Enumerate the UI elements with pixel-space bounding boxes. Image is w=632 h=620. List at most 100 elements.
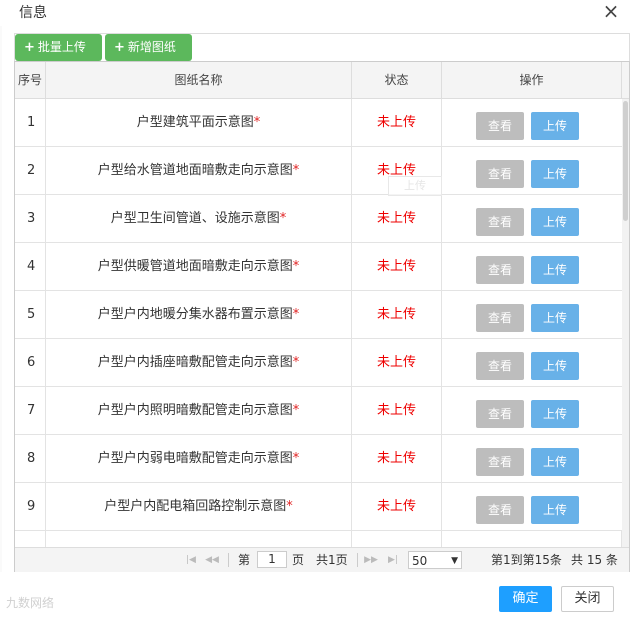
required-mark: * — [279, 211, 287, 226]
dialog-footer: 九数网络 确定 关闭 — [0, 572, 632, 620]
row-index: 2 — [15, 147, 46, 194]
drawing-name: 户型户内插座暗敷配管走向示意图 — [97, 355, 293, 370]
required-mark: * — [292, 451, 300, 466]
drawing-name-cell: 户型供暖管道地面暗敷走向示意图* — [46, 243, 352, 290]
page-suffix: 页 — [292, 553, 305, 567]
close-button[interactable]: 关闭 — [561, 586, 614, 612]
table-row: 1 户型建筑平面示意图* 未上传 查看 上传 — [15, 99, 622, 147]
upload-status: 未上传 — [352, 339, 442, 386]
watermark: 九数网络 — [6, 596, 55, 610]
row-index: 7 — [15, 387, 46, 434]
actions-cell: 查看 上传 — [442, 387, 622, 434]
vertical-scrollbar[interactable] — [622, 99, 629, 548]
batch-upload-label: 批量上传 — [37, 40, 86, 54]
row-index: 3 — [15, 195, 46, 242]
header-drawing-name: 图纸名称 — [46, 62, 352, 98]
drawing-name: 户型户内弱电暗敷配管走向示意图 — [97, 451, 293, 466]
required-mark: * — [292, 259, 300, 274]
table-row: 2 户型给水管道地面暗敷走向示意图* 未上传 查看 上传 — [15, 147, 622, 195]
actions-cell: 查看 上传 — [442, 243, 622, 290]
table-body: 1 户型建筑平面示意图* 未上传 查看 上传 2 户型给水管道地面暗敷走向示意图* 未上传 查看… — [15, 99, 622, 548]
first-page-icon[interactable]: |◀ — [184, 553, 198, 567]
upload-button[interactable]: 上传 — [531, 496, 579, 524]
drawing-name: 户型户内配电箱回路控制示意图 — [104, 499, 287, 514]
row-index: 8 — [15, 435, 46, 482]
table-cell — [15, 531, 46, 548]
dialog-titlebar: 信息 × — [0, 0, 632, 26]
upload-button[interactable]: 上传 — [531, 400, 579, 428]
page-size-value: 50 — [412, 554, 428, 568]
pagination-bar: |◀ ◀◀ 第 页 共1页 ▶▶ ▶| 50 ▼ 第1到第15条 共 15 条 — [15, 547, 629, 572]
upload-button[interactable]: 上传 — [531, 160, 579, 188]
required-mark: * — [253, 115, 261, 130]
drawing-name: 户型户内地暖分集水器布置示意图 — [97, 307, 293, 322]
dialog: 信息 × + 批量上传 + 新增图纸 序号 图纸名称 状态 操作 1 户型建筑平面示意… — [0, 0, 632, 620]
row-index: 1 — [15, 99, 46, 146]
drawing-name-cell: 户型户内地暖分集水器布置示意图* — [46, 291, 352, 338]
view-button[interactable]: 查看 — [476, 208, 524, 236]
header-index: 序号 — [15, 62, 46, 98]
drawing-name: 户型卫生间管道、设施示意图 — [110, 211, 280, 226]
table-row: 9 户型户内配电箱回路控制示意图* 未上传 查看 上传 — [15, 483, 622, 531]
row-index: 6 — [15, 339, 46, 386]
drag-tooltip: 上传 — [388, 176, 442, 196]
drawing-name-cell: 户型卫生间管道、设施示意图* — [46, 195, 352, 242]
actions-cell: 查看 上传 — [442, 147, 622, 194]
view-button[interactable]: 查看 — [476, 304, 524, 332]
required-mark: * — [286, 499, 293, 514]
required-mark: * — [292, 355, 300, 370]
plus-icon: + — [114, 40, 125, 55]
table-row: 3 户型卫生间管道、设施示意图* 未上传 查看 上传 — [15, 195, 622, 243]
table-row — [15, 531, 622, 548]
batch-upload-button[interactable]: + 批量上传 — [15, 34, 102, 61]
page-size-select[interactable]: 50 ▼ — [408, 551, 462, 569]
page-edge — [0, 0, 2, 620]
row-index: 4 — [15, 243, 46, 290]
pager-divider — [357, 553, 358, 567]
table-cell — [46, 531, 352, 548]
scrollbar-thumb[interactable] — [623, 101, 628, 221]
table-row: 7 户型户内照明暗敷配管走向示意图* 未上传 查看 上传 — [15, 387, 622, 435]
upload-button[interactable]: 上传 — [531, 256, 579, 284]
required-mark: * — [292, 163, 300, 178]
view-button[interactable]: 查看 — [476, 448, 524, 476]
drawing-name: 户型给水管道地面暗敷走向示意图 — [97, 163, 293, 178]
drawing-name-cell: 户型给水管道地面暗敷走向示意图* — [46, 147, 352, 194]
view-button[interactable]: 查看 — [476, 352, 524, 380]
upload-status: 未上传 — [352, 291, 442, 338]
confirm-button[interactable]: 确定 — [499, 586, 552, 612]
table-row: 8 户型户内弱电暗敷配管走向示意图* 未上传 查看 上传 — [15, 435, 622, 483]
drawing-name: 户型户内照明暗敷配管走向示意图 — [97, 403, 293, 418]
prev-page-icon[interactable]: ◀◀ — [205, 553, 219, 567]
row-index: 5 — [15, 291, 46, 338]
upload-status: 未上传 — [352, 99, 442, 146]
actions-cell: 查看 上传 — [442, 195, 622, 242]
upload-button[interactable]: 上传 — [531, 352, 579, 380]
view-button[interactable]: 查看 — [476, 256, 524, 284]
view-button[interactable]: 查看 — [476, 160, 524, 188]
actions-cell: 查看 上传 — [442, 339, 622, 386]
table-header: 序号 图纸名称 状态 操作 — [15, 62, 629, 99]
toolbar: + 批量上传 + 新增图纸 — [14, 33, 630, 61]
page-number-input[interactable] — [257, 551, 287, 568]
drawing-name: 户型供暖管道地面暗敷走向示意图 — [97, 259, 293, 274]
add-drawing-button[interactable]: + 新增图纸 — [105, 34, 192, 61]
drawing-name-cell: 户型户内弱电暗敷配管走向示意图* — [46, 435, 352, 482]
view-button[interactable]: 查看 — [476, 400, 524, 428]
drawing-name-cell: 户型户内插座暗敷配管走向示意图* — [46, 339, 352, 386]
upload-button[interactable]: 上传 — [531, 304, 579, 332]
last-page-icon[interactable]: ▶| — [386, 553, 400, 567]
pager-divider — [228, 553, 229, 567]
view-button[interactable]: 查看 — [476, 496, 524, 524]
view-button[interactable]: 查看 — [476, 112, 524, 140]
header-status: 状态 — [352, 62, 442, 98]
upload-button[interactable]: 上传 — [531, 448, 579, 476]
actions-cell: 查看 上传 — [442, 99, 622, 146]
next-page-icon[interactable]: ▶▶ — [364, 553, 378, 567]
required-mark: * — [292, 403, 300, 418]
dialog-title: 信息 — [19, 5, 47, 21]
upload-status: 未上传 — [352, 243, 442, 290]
upload-button[interactable]: 上传 — [531, 208, 579, 236]
upload-button[interactable]: 上传 — [531, 112, 579, 140]
close-icon[interactable]: × — [602, 1, 620, 21]
